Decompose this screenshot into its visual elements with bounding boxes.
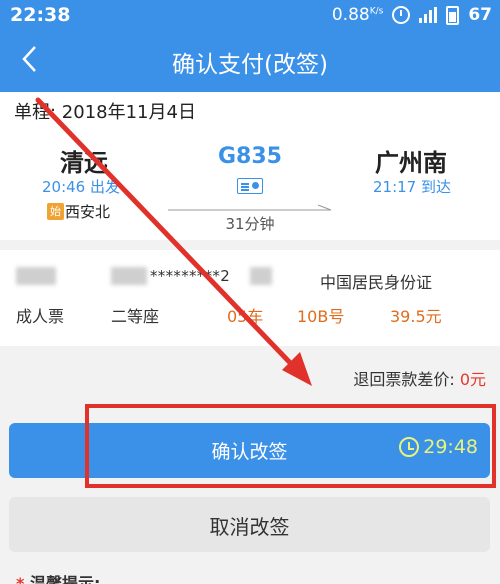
passenger-id-number: *********2 xyxy=(150,267,231,285)
app-header: 22:38 0.88K/s 67 确认支付(改签) xyxy=(0,0,500,92)
arrival-time: 21:17 到达 xyxy=(373,178,451,196)
hint-text: 温馨提示: xyxy=(29,574,101,584)
countdown-value: 29:48 xyxy=(423,436,478,458)
car-number: 05车 xyxy=(227,307,264,326)
departure-time: 20:46 出发 xyxy=(42,178,120,196)
network-speed: 0.88K/s xyxy=(331,5,384,25)
trip-date: 单程: 2018年11月4日 xyxy=(14,102,196,123)
hint-star: * xyxy=(16,574,25,584)
travel-duration: 31分钟 xyxy=(225,215,275,233)
refund-amount: 0元 xyxy=(459,370,486,389)
trip-date-row: 单程: 2018年11月4日 xyxy=(0,92,500,127)
page-title: 确认支付(改签) xyxy=(172,52,328,78)
ticket-price: 39.5元 xyxy=(390,307,442,326)
status-time: 22:38 xyxy=(10,4,71,26)
ticket-info-icon[interactable] xyxy=(237,178,263,194)
cancel-change-label: 取消改签 xyxy=(209,515,290,539)
battery-icon xyxy=(446,5,460,25)
passenger-card: *********2 中国居民身份证 成人票 二等座 05车 10B号 39.5… xyxy=(0,250,500,346)
status-bar: 22:38 0.88K/s 67 xyxy=(0,0,500,32)
confirm-change-button[interactable]: 确认改签 29:48 xyxy=(9,423,490,478)
passenger-name-redacted xyxy=(16,267,56,285)
signal-icon xyxy=(419,7,438,23)
countdown-timer: 29:48 xyxy=(399,436,478,458)
alarm-icon xyxy=(392,6,411,24)
train-info-card: 清远 20:46 出发 始 西安北 G835 31分钟 广州南 21:17 到达 xyxy=(0,127,500,240)
ticket-type: 成人票 xyxy=(16,307,65,326)
id-redacted-prefix xyxy=(111,267,147,285)
id-redacted-suffix xyxy=(250,267,272,285)
cancel-change-button[interactable]: 取消改签 xyxy=(9,497,490,552)
document-type: 中国居民身份证 xyxy=(320,273,433,292)
arrival-station: 广州南 xyxy=(375,149,447,177)
hint-heading: * 温馨提示: xyxy=(16,570,100,584)
refund-label: 退回票款差价: xyxy=(353,370,460,389)
clock-icon xyxy=(399,437,420,457)
seat-number: 10B号 xyxy=(297,307,345,326)
status-indicators: 0.88K/s 67 xyxy=(332,5,492,25)
battery-level: 67 xyxy=(468,5,492,25)
seat-class: 二等座 xyxy=(111,307,160,326)
refund-difference: 退回票款差价: 0元 xyxy=(353,366,486,390)
route-arrow-icon xyxy=(168,204,332,211)
